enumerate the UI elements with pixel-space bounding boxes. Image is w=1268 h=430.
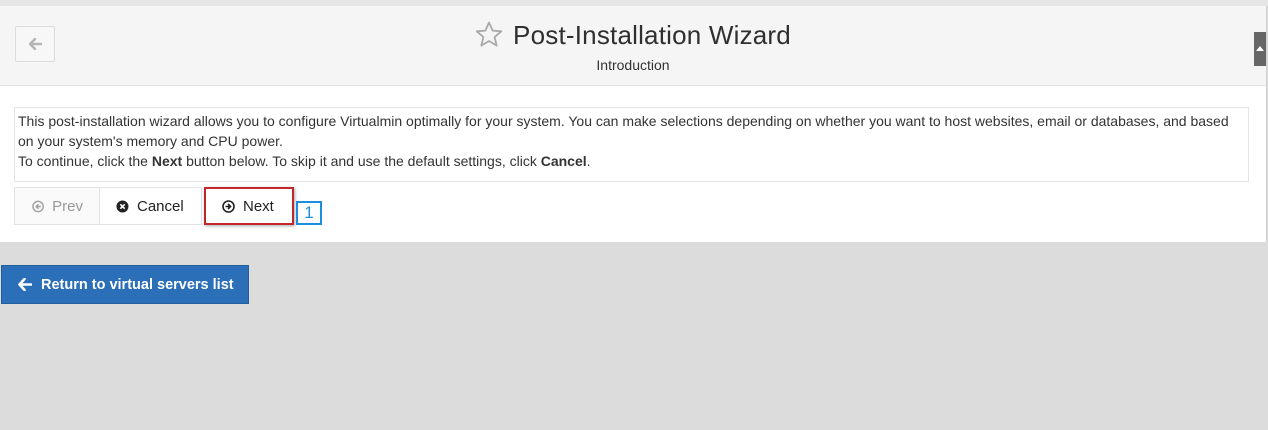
circle-arrow-left-icon <box>32 200 44 212</box>
intro-paragraph-1: This post-installation wizard allows you… <box>18 113 1229 149</box>
return-to-servers-button[interactable]: Return to virtual servers list <box>1 265 249 304</box>
page-subtitle: Introduction <box>596 57 670 73</box>
return-label: Return to virtual servers list <box>41 276 234 293</box>
arrow-left-icon <box>18 278 32 291</box>
intro-cancel-word: Cancel <box>540 153 587 169</box>
next-label: Next <box>243 197 274 215</box>
chevron-up-icon <box>1256 46 1264 51</box>
circle-x-icon <box>116 200 129 212</box>
intro-text-part: . <box>586 153 591 169</box>
wizard-panel: Post-Installation Wizard Introduction Th… <box>0 6 1267 242</box>
circle-arrow-right-icon <box>222 199 235 213</box>
annotation-marker: 1 <box>296 201 322 225</box>
intro-text-part: button below. To skip it and use the def… <box>182 153 541 169</box>
cancel-button[interactable]: Cancel <box>100 187 202 225</box>
intro-paragraph-2: To continue, click the Next button below… <box>18 151 1245 171</box>
prev-button[interactable]: Prev <box>14 187 100 225</box>
wizard-button-group: Prev Cancel Next <box>14 187 294 225</box>
intro-text-box: This post-installation wizard allows you… <box>14 107 1249 182</box>
next-button[interactable]: Next <box>204 187 294 225</box>
panel-header: Post-Installation Wizard Introduction <box>0 6 1266 86</box>
title-block: Post-Installation Wizard Introduction <box>0 20 1266 73</box>
intro-text-part: To continue, click the <box>18 153 152 169</box>
prev-label: Prev <box>52 197 83 215</box>
page-title: Post-Installation Wizard <box>513 20 791 50</box>
star-outline-icon[interactable] <box>475 21 503 48</box>
side-panel-toggle[interactable] <box>1254 32 1266 66</box>
intro-next-word: Next <box>151 153 183 169</box>
cancel-label: Cancel <box>137 197 184 215</box>
